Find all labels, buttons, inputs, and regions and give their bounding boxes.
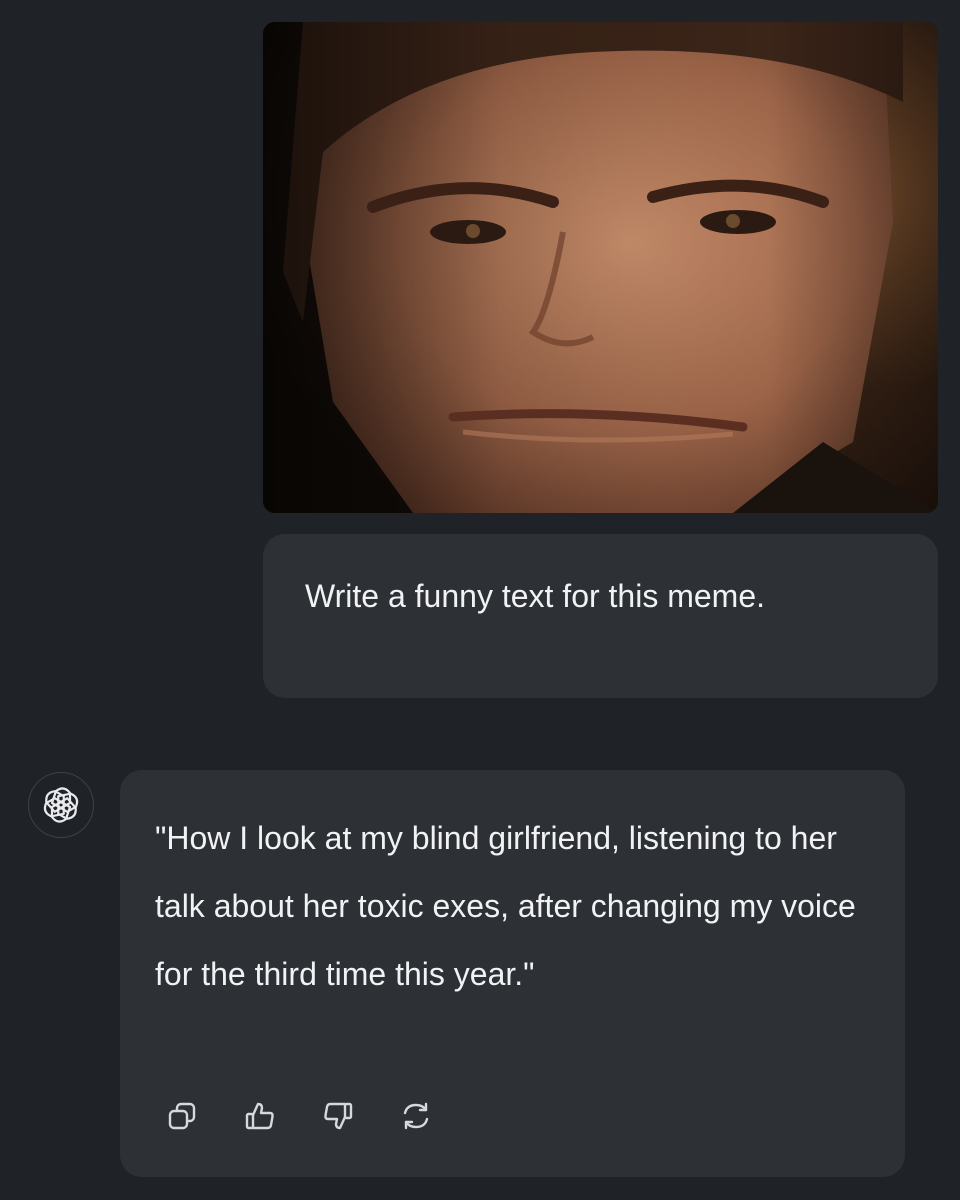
assistant-avatar bbox=[28, 772, 94, 838]
assistant-message-text: "How I look at my blind girlfriend, list… bbox=[155, 820, 856, 992]
thumbs-up-button[interactable] bbox=[238, 1094, 282, 1138]
copy-icon bbox=[168, 1102, 196, 1130]
message-actions bbox=[160, 1094, 438, 1138]
regenerate-icon bbox=[403, 1102, 429, 1130]
user-message-text: Write a funny text for this meme. bbox=[305, 578, 766, 614]
copy-button[interactable] bbox=[160, 1094, 204, 1138]
thumbs-down-icon bbox=[324, 1102, 353, 1130]
user-attached-image[interactable] bbox=[263, 22, 938, 513]
assistant-message-bubble: "How I look at my blind girlfriend, list… bbox=[120, 770, 905, 1177]
regenerate-button[interactable] bbox=[394, 1094, 438, 1138]
thumbs-up-icon bbox=[245, 1102, 274, 1130]
portrait-image bbox=[263, 22, 938, 513]
thumbs-down-button[interactable] bbox=[316, 1094, 360, 1138]
openai-logo-icon bbox=[43, 787, 79, 823]
user-message-bubble: Write a funny text for this meme. bbox=[263, 534, 938, 698]
